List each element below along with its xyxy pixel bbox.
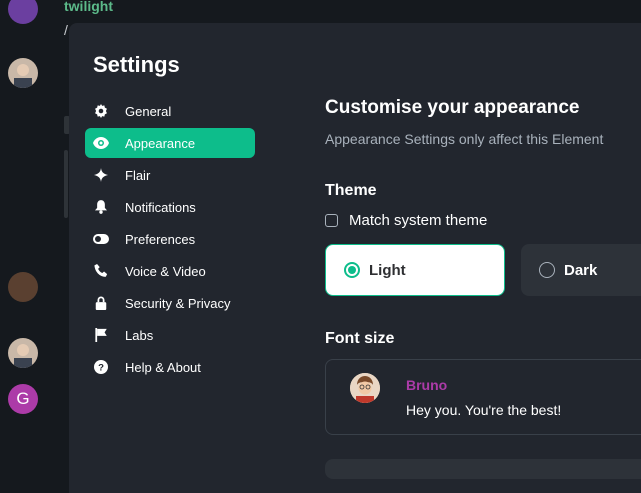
timeline-text: / xyxy=(64,22,68,38)
svg-text:?: ? xyxy=(98,363,104,374)
toggle-icon xyxy=(93,231,109,247)
match-system-checkbox[interactable] xyxy=(325,214,338,227)
font-size-section-title: Font size xyxy=(325,330,395,347)
tab-label: Labs xyxy=(125,327,154,343)
settings-dialog: Settings General Appearance Flair Notifi… xyxy=(69,23,641,493)
lock-icon xyxy=(93,295,109,311)
gear-icon xyxy=(93,103,109,119)
flag-icon xyxy=(93,327,109,343)
tab-label: Flair xyxy=(125,167,151,183)
settings-sidebar: General Appearance Flair Notifications P… xyxy=(85,96,255,384)
tab-label: Help & About xyxy=(125,359,201,375)
tab-label: Appearance xyxy=(125,135,196,151)
quote-bar xyxy=(64,150,68,218)
match-system-label: Match system theme xyxy=(349,212,488,229)
panel-heading: Customise your appearance xyxy=(325,97,580,118)
tab-label: Notifications xyxy=(125,199,196,215)
sparkle-icon xyxy=(93,167,109,183)
theme-option-dark[interactable]: Dark xyxy=(521,244,641,296)
bell-icon xyxy=(93,199,109,215)
eye-icon xyxy=(93,135,109,151)
tab-appearance[interactable]: Appearance xyxy=(85,128,255,158)
user-avatar[interactable] xyxy=(8,338,38,368)
user-avatar-letter[interactable]: G xyxy=(8,384,38,414)
tab-help-about[interactable]: ? Help & About xyxy=(85,352,255,382)
tab-labs[interactable]: Labs xyxy=(85,320,255,350)
tab-label: Security & Privacy xyxy=(125,295,231,311)
theme-section-title: Theme xyxy=(325,182,377,199)
match-system-row[interactable]: Match system theme xyxy=(325,212,487,229)
preview-sender-name: Bruno xyxy=(406,377,448,393)
tab-notifications[interactable]: Notifications xyxy=(85,192,255,222)
panel-subtext: Appearance Settings only affect this Ele… xyxy=(325,131,604,147)
tab-security-privacy[interactable]: Security & Privacy xyxy=(85,288,255,318)
light-radio[interactable] xyxy=(344,262,360,278)
avatar xyxy=(350,373,380,403)
dark-radio[interactable] xyxy=(539,262,555,278)
user-avatar[interactable] xyxy=(8,272,38,302)
next-section-card xyxy=(325,459,641,479)
tab-flair[interactable]: Flair xyxy=(85,160,255,190)
tab-label: Voice & Video xyxy=(125,263,206,279)
message-preview: Bruno Hey you. You're the best! xyxy=(325,359,641,435)
theme-option-label: Dark xyxy=(564,261,598,279)
tab-general[interactable]: General xyxy=(85,96,255,126)
tab-voice-video[interactable]: Voice & Video xyxy=(85,256,255,286)
user-avatar[interactable] xyxy=(8,58,38,88)
preview-message: Hey you. You're the best! xyxy=(406,402,562,418)
dialog-title: Settings xyxy=(93,52,180,77)
phone-icon xyxy=(93,263,109,279)
room-avatar[interactable] xyxy=(8,0,38,24)
tab-label: General xyxy=(125,103,172,119)
theme-option-light[interactable]: Light xyxy=(325,244,505,296)
tab-label: Preferences xyxy=(125,231,196,247)
room-name[interactable]: twilight xyxy=(64,0,113,14)
theme-option-label: Light xyxy=(369,261,406,279)
tab-preferences[interactable]: Preferences xyxy=(85,224,255,254)
help-icon: ? xyxy=(93,359,109,375)
